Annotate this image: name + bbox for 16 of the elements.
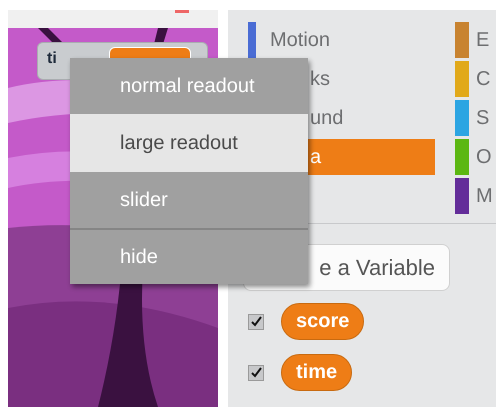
monitor-label: ti — [47, 50, 57, 68]
category-item[interactable]: Motion — [248, 22, 435, 58]
category-item[interactable]: E — [455, 22, 493, 58]
category-item[interactable]: O — [455, 139, 493, 175]
menu-item[interactable]: slider — [70, 172, 308, 228]
menu-item[interactable]: hide — [70, 228, 308, 284]
category-item[interactable]: M — [455, 178, 493, 214]
category-item[interactable]: C — [455, 61, 493, 97]
menu-item[interactable]: large readout — [70, 114, 308, 172]
checkbox[interactable] — [248, 364, 264, 380]
variable-block[interactable]: score — [281, 303, 364, 340]
menu-item[interactable]: normal readout — [70, 58, 308, 114]
checkbox[interactable] — [248, 314, 264, 330]
stage-mark — [175, 10, 189, 13]
category-item[interactable]: S — [455, 100, 493, 136]
variable-block[interactable]: time — [281, 354, 352, 391]
